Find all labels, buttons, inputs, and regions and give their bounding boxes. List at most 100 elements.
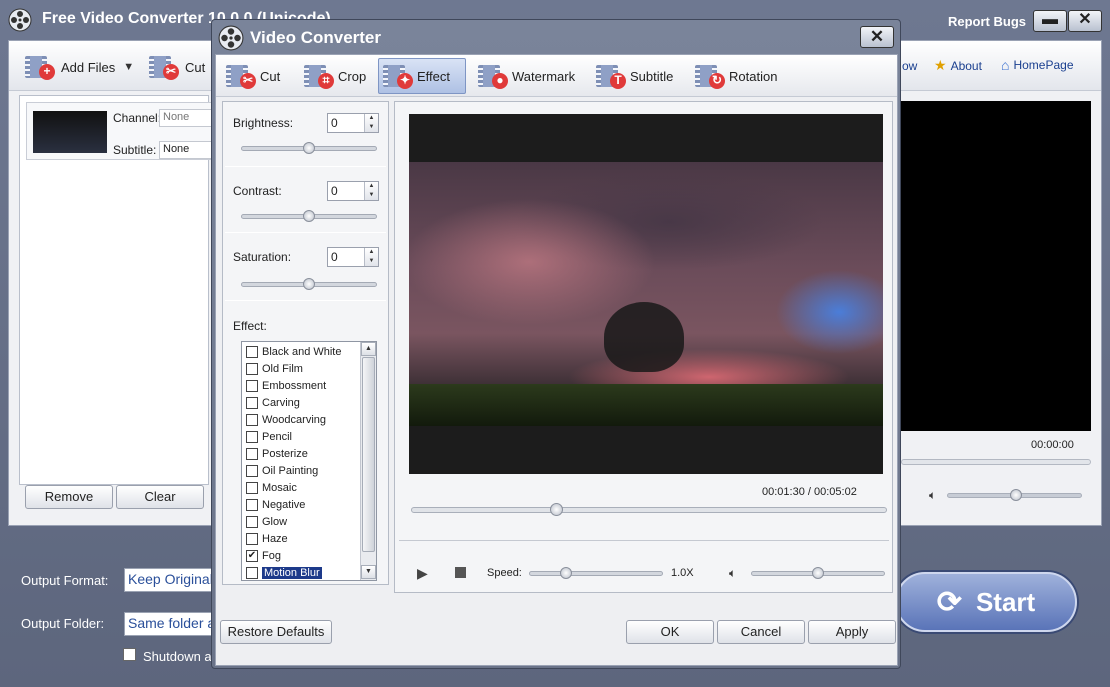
slider-thumb[interactable] bbox=[550, 503, 563, 516]
dialog-close-button[interactable]: ✕ bbox=[860, 26, 894, 48]
volume-icon[interactable]: 🔈︎ bbox=[929, 488, 936, 503]
effect-item[interactable]: Black and White bbox=[246, 343, 341, 360]
slider-thumb[interactable] bbox=[303, 210, 315, 222]
effect-checkbox[interactable] bbox=[246, 566, 258, 579]
effect-item[interactable]: Mosaic bbox=[246, 479, 297, 496]
effect-item[interactable]: Negative bbox=[246, 496, 305, 513]
volume-icon[interactable]: 🔈︎ bbox=[729, 566, 736, 581]
preview-screen bbox=[901, 101, 1091, 431]
divider bbox=[225, 232, 386, 233]
effect-item[interactable]: Old Film bbox=[246, 360, 303, 377]
output-format-select[interactable]: Keep Original bbox=[124, 568, 214, 592]
show-link-partial[interactable]: ow bbox=[902, 59, 917, 73]
saturation-slider[interactable] bbox=[241, 278, 377, 290]
effect-item-label: Haze bbox=[262, 532, 288, 545]
contrast-slider[interactable] bbox=[241, 210, 377, 222]
preview-progress-bar[interactable] bbox=[901, 459, 1091, 465]
crop-film-icon: ⌗ bbox=[304, 63, 334, 89]
spin-arrows-icon[interactable]: ▲ ▼ bbox=[364, 248, 378, 266]
effect-checkbox[interactable] bbox=[246, 481, 258, 494]
slider-thumb[interactable] bbox=[303, 278, 315, 290]
video-seek-bar[interactable] bbox=[411, 503, 887, 516]
file-list-item[interactable]: Channel: None Subtitle: None bbox=[26, 102, 226, 160]
dropdown-arrow-icon[interactable]: ▼ bbox=[123, 61, 134, 73]
channel-select[interactable]: None bbox=[159, 109, 219, 127]
saturation-spinbox[interactable]: 0 ▲ ▼ bbox=[327, 247, 379, 267]
brightness-slider[interactable] bbox=[241, 142, 377, 154]
clear-button[interactable]: Clear bbox=[116, 485, 204, 509]
remove-button[interactable]: Remove bbox=[25, 485, 113, 509]
preview-volume-slider[interactable] bbox=[947, 489, 1082, 501]
effect-item[interactable]: Motion Blur bbox=[246, 564, 322, 580]
tab-label: Cut bbox=[260, 68, 281, 84]
divider bbox=[225, 300, 386, 301]
about-link[interactable]: ★ About bbox=[934, 57, 982, 74]
effect-checkbox[interactable]: ✔ bbox=[246, 549, 258, 562]
play-icon[interactable]: ▶ bbox=[417, 565, 428, 582]
tab-subtitle[interactable]: T Subtitle bbox=[592, 58, 679, 94]
effect-checkbox[interactable] bbox=[246, 430, 258, 443]
effect-checkbox[interactable] bbox=[246, 532, 258, 545]
shutdown-checkbox[interactable] bbox=[123, 648, 136, 661]
effect-item[interactable]: ✔ Fog bbox=[246, 547, 281, 564]
ok-button[interactable]: OK bbox=[626, 620, 714, 644]
brightness-spinbox[interactable]: 0 ▲ ▼ bbox=[327, 113, 379, 133]
add-files-button[interactable]: + Add Files ▼ bbox=[25, 53, 134, 81]
tab-watermark[interactable]: ● Watermark bbox=[474, 58, 581, 94]
slider-thumb[interactable] bbox=[303, 142, 315, 154]
stop-icon[interactable] bbox=[455, 567, 466, 578]
volume-slider[interactable] bbox=[751, 567, 885, 579]
tab-crop[interactable]: ⌗ Crop bbox=[300, 58, 372, 94]
close-button[interactable]: ✕ bbox=[1068, 10, 1102, 32]
effect-checkbox[interactable] bbox=[246, 464, 258, 477]
effect-item[interactable]: Glow bbox=[246, 513, 287, 530]
apply-button[interactable]: Apply bbox=[808, 620, 896, 644]
subtitle-select[interactable]: None bbox=[159, 141, 219, 159]
effect-checkbox[interactable] bbox=[246, 498, 258, 511]
effect-item[interactable]: Oil Painting bbox=[246, 462, 318, 479]
start-button[interactable]: ⟳ Start bbox=[895, 572, 1077, 632]
scroll-up-arrow-icon[interactable]: ▲ bbox=[361, 342, 376, 356]
effect-item[interactable]: Haze bbox=[246, 530, 288, 547]
effect-item[interactable]: Embossment bbox=[246, 377, 326, 394]
speed-slider[interactable] bbox=[529, 567, 663, 579]
video-preview-panel: 00:01:30 / 00:05:02 ▶ Speed: 1.0X 🔈︎ bbox=[394, 101, 893, 593]
minimize-button[interactable]: ▬ bbox=[1033, 10, 1067, 32]
effect-scrollbar[interactable]: ▲ ▼ bbox=[360, 342, 376, 580]
output-folder-field[interactable]: Same folder a bbox=[124, 612, 214, 636]
effect-checkbox[interactable] bbox=[246, 413, 258, 426]
scroll-down-arrow-icon[interactable]: ▼ bbox=[361, 565, 376, 579]
effect-item[interactable]: Woodcarving bbox=[246, 411, 326, 428]
speed-value: 1.0X bbox=[671, 567, 694, 579]
cancel-button[interactable]: Cancel bbox=[717, 620, 805, 644]
effect-checkbox[interactable] bbox=[246, 345, 258, 358]
effect-checkbox[interactable] bbox=[246, 379, 258, 392]
effect-checkbox[interactable] bbox=[246, 396, 258, 409]
tab-label: Rotation bbox=[729, 68, 778, 84]
tab-cut[interactable]: ✂ Cut bbox=[222, 58, 286, 94]
tab-effect[interactable]: ✦ Effect bbox=[378, 58, 466, 94]
contrast-spinbox[interactable]: 0 ▲ ▼ bbox=[327, 181, 379, 201]
spin-arrows-icon[interactable]: ▲ ▼ bbox=[364, 114, 378, 132]
effect-item[interactable]: Pencil bbox=[246, 428, 292, 445]
effect-item[interactable]: Carving bbox=[246, 394, 300, 411]
slider-thumb[interactable] bbox=[1010, 489, 1022, 501]
restore-defaults-button[interactable]: Restore Defaults bbox=[220, 620, 332, 644]
slider-thumb[interactable] bbox=[560, 567, 572, 579]
effect-checkbox[interactable] bbox=[246, 362, 258, 375]
homepage-link[interactable]: ⌂ HomePage bbox=[1001, 57, 1074, 73]
spin-arrows-icon[interactable]: ▲ ▼ bbox=[364, 182, 378, 200]
scrollbar-thumb[interactable] bbox=[362, 357, 375, 552]
convert-arrows-icon: ⟳ bbox=[936, 585, 962, 619]
tab-rotation[interactable]: ↻ Rotation bbox=[691, 58, 783, 94]
effect-item-label: Mosaic bbox=[262, 481, 297, 494]
effect-checkbox[interactable] bbox=[246, 447, 258, 460]
effect-item[interactable]: Posterize bbox=[246, 445, 308, 462]
video-thumbnail bbox=[33, 111, 107, 153]
effect-checkbox[interactable] bbox=[246, 515, 258, 528]
cut-button[interactable]: ✂ Cut bbox=[149, 53, 205, 81]
slider-thumb[interactable] bbox=[812, 567, 824, 579]
start-label: Start bbox=[975, 586, 1036, 617]
effect-item-label: Pencil bbox=[262, 430, 292, 443]
report-bugs-link[interactable]: Report Bugs bbox=[948, 14, 1026, 29]
